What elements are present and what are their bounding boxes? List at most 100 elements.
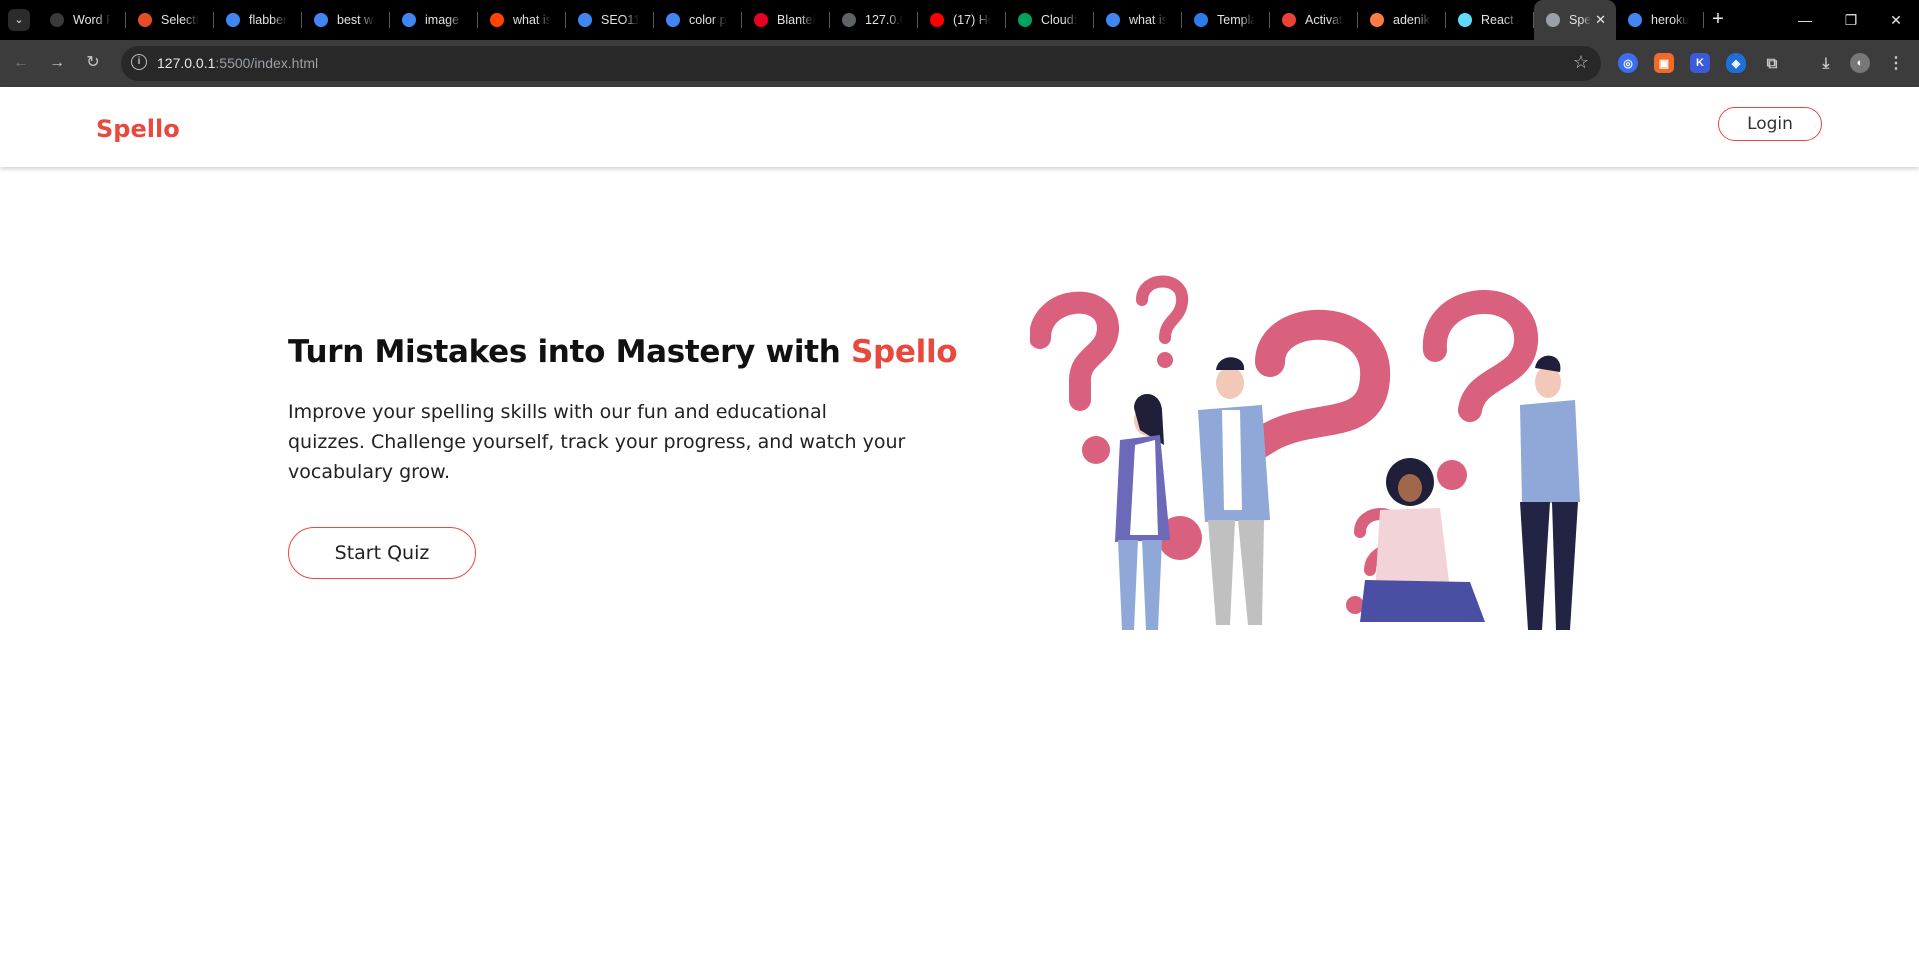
tab-title: best wa xyxy=(337,13,375,27)
browser-tab[interactable]: Cloud: xyxy=(1006,0,1094,40)
site-info-icon[interactable]: i xyxy=(131,54,147,70)
heart-icon xyxy=(1370,13,1384,27)
google-icon xyxy=(226,13,240,27)
browser-tab[interactable]: React A xyxy=(1446,0,1534,40)
globe-icon xyxy=(842,13,856,27)
browser-tab[interactable]: what is xyxy=(1094,0,1182,40)
profile-avatar[interactable]: ◐ xyxy=(1850,53,1870,73)
google-icon xyxy=(666,13,680,27)
question-mark-right xyxy=(1422,290,1538,490)
tab-title: Spe xyxy=(1569,13,1591,27)
tab-title: (17) Ho xyxy=(953,13,991,27)
person-man-right xyxy=(1520,355,1580,630)
hero-title-accent: Spello xyxy=(850,334,958,370)
close-window-button[interactable]: ✕ xyxy=(1873,0,1919,40)
browser-tab[interactable]: Selectio xyxy=(126,0,214,40)
star-icon[interactable]: ☆ xyxy=(1573,52,1589,73)
tab-title: flabber xyxy=(249,13,287,27)
browser-tab[interactable]: best wa xyxy=(302,0,390,40)
hero-title-main: Turn Mistakes into Mastery with xyxy=(288,334,851,370)
start-quiz-button[interactable]: Start Quiz xyxy=(288,527,476,579)
k-extension-icon[interactable]: K xyxy=(1690,53,1710,73)
browser-tab[interactable]: color pi xyxy=(654,0,742,40)
menu-kebab-icon[interactable]: ⋮ xyxy=(1886,53,1906,73)
minimize-button[interactable]: — xyxy=(1782,0,1828,40)
question-mark-small-top xyxy=(1136,275,1188,368)
site-header: Spello Login xyxy=(0,87,1919,167)
tab-title: image c xyxy=(425,13,463,27)
mongodb-icon xyxy=(1018,13,1032,27)
download-icon[interactable]: ⤓ xyxy=(1816,53,1836,73)
tab-title: Cloud: xyxy=(1041,13,1078,27)
tab-title: what is xyxy=(1129,13,1167,27)
browser-tab[interactable]: adenike xyxy=(1358,0,1446,40)
tab-title: SEO114 xyxy=(601,13,639,27)
canva-icon xyxy=(1194,13,1208,27)
globe-icon xyxy=(1546,13,1560,27)
tab-separator xyxy=(1703,12,1704,28)
tab-title: Activate xyxy=(1305,13,1343,27)
browser-tab[interactable]: (17) Ho xyxy=(918,0,1006,40)
tab-title: Blantel xyxy=(777,13,815,27)
tab-title: Templa xyxy=(1217,13,1255,27)
browser-toolbar: ← → ↻ i 127.0.0.1:5500/index.html ☆ ◎ ▣ … xyxy=(0,40,1919,87)
browser-tab-strip: ⌄ Word P Selectio flabber best wa image c wha… xyxy=(0,0,1919,40)
google-icon xyxy=(402,13,416,27)
browser-tab[interactable]: image c xyxy=(390,0,478,40)
url-text[interactable]: 127.0.0.1:5500/index.html xyxy=(157,55,318,71)
openai-icon xyxy=(50,13,64,27)
color-picker-extension-icon[interactable]: ◎ xyxy=(1618,53,1638,73)
browser-tab[interactable]: flabber xyxy=(214,0,302,40)
tab-title: React A xyxy=(1481,13,1519,27)
back-button[interactable]: ← xyxy=(8,50,34,76)
question-mark-left xyxy=(1030,291,1119,464)
browser-tab[interactable]: what is xyxy=(478,0,566,40)
person-woman-left xyxy=(1115,394,1170,630)
browser-tab[interactable]: Spe ✕ xyxy=(1534,0,1616,40)
tab-title: color pi xyxy=(689,13,727,27)
google-icon xyxy=(314,13,328,27)
tab-search-button[interactable]: ⌄ xyxy=(8,9,30,31)
forward-button[interactable]: → xyxy=(44,50,70,76)
url-path: :5500/index.html xyxy=(215,55,319,71)
question-marks-illustration xyxy=(1030,275,1580,630)
reddit-icon xyxy=(490,13,504,27)
browser-tab[interactable]: heroku xyxy=(1616,0,1704,40)
tab-title: heroku xyxy=(1651,13,1689,27)
browser-tab[interactable]: Blantel xyxy=(742,0,830,40)
gmail-icon xyxy=(1282,13,1296,27)
hero-description: Improve your spelling skills with our fu… xyxy=(288,401,906,483)
reload-button[interactable]: ↻ xyxy=(80,50,106,76)
google-icon xyxy=(1106,13,1120,27)
new-tab-button[interactable]: + xyxy=(1706,8,1730,32)
browser-tab[interactable]: SEO114 xyxy=(566,0,654,40)
tab-title: 127.0.0 xyxy=(865,13,903,27)
shield-extension-icon[interactable]: ◈ xyxy=(1726,53,1746,73)
tab-title: adenike xyxy=(1393,13,1431,27)
url-host: 127.0.0.1 xyxy=(157,55,216,71)
tab-title: Word P xyxy=(73,13,111,27)
browser-tab[interactable]: 127.0.0 xyxy=(830,0,918,40)
extension-icon[interactable]: ▣ xyxy=(1654,53,1674,73)
browser-tab[interactable]: Word P xyxy=(38,0,126,40)
hero-title: Turn Mistakes into Mastery with Spello xyxy=(288,334,958,370)
google-icon xyxy=(1628,13,1642,27)
tab-list: Word P Selectio flabber best wa image c what … xyxy=(38,0,1704,40)
extensions-puzzle-icon[interactable]: ⧉ xyxy=(1762,53,1782,73)
login-button[interactable]: Login xyxy=(1718,107,1822,141)
browser-tab[interactable]: Templa xyxy=(1182,0,1270,40)
youtube-icon xyxy=(930,13,944,27)
zoho-icon xyxy=(138,13,152,27)
person-man-center xyxy=(1198,357,1270,625)
tab-title: Selectio xyxy=(161,13,199,27)
address-bar[interactable]: i 127.0.0.1:5500/index.html ☆ xyxy=(121,46,1601,81)
pinterest-icon xyxy=(754,13,768,27)
restore-button[interactable]: ❐ xyxy=(1828,0,1874,40)
close-tab-icon[interactable]: ✕ xyxy=(1595,12,1606,28)
google-icon xyxy=(578,13,592,27)
react-icon xyxy=(1458,13,1472,27)
browser-tab[interactable]: Activate xyxy=(1270,0,1358,40)
site-logo[interactable]: Spello xyxy=(96,115,180,143)
tab-title: what is xyxy=(513,13,551,27)
question-mark-center-large xyxy=(1158,309,1391,560)
